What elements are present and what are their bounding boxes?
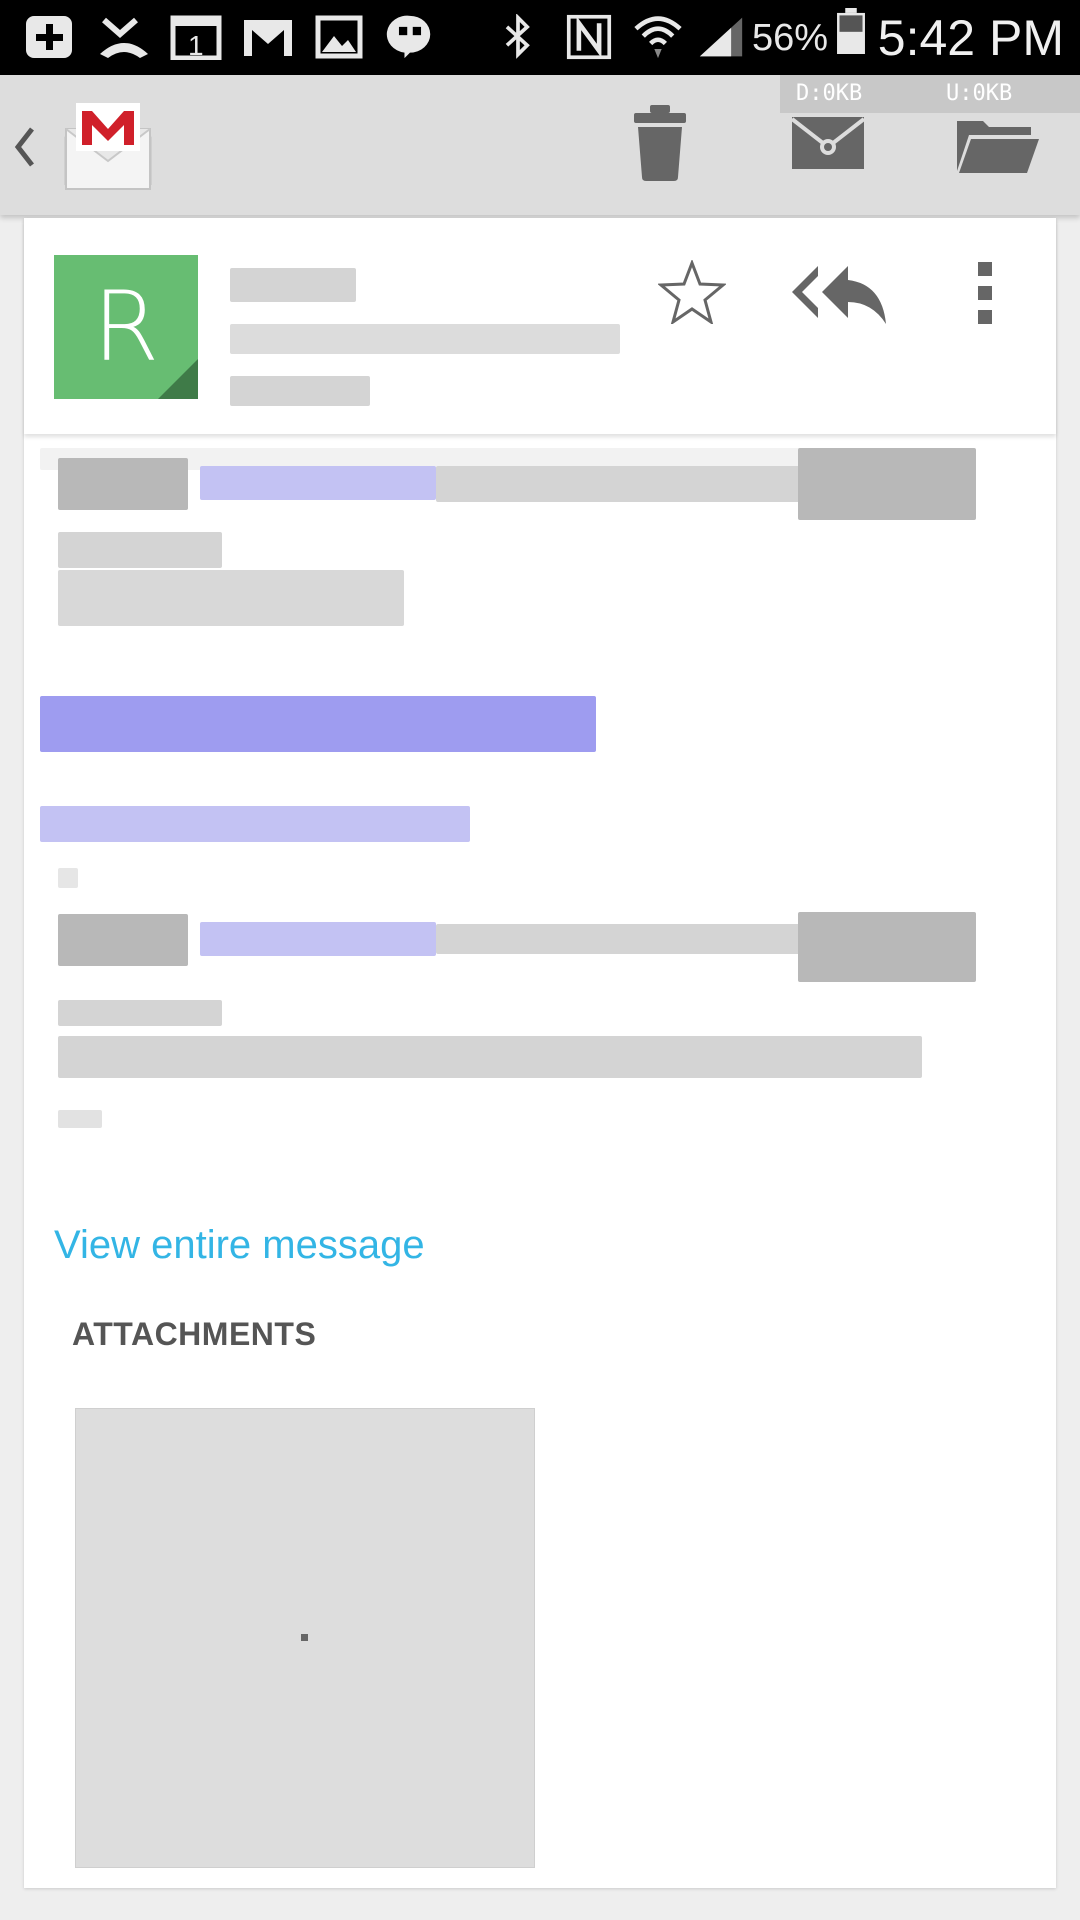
body-link	[200, 466, 436, 500]
body-line	[58, 868, 78, 888]
gmail-icon	[244, 20, 292, 56]
back-chevron-icon	[14, 127, 34, 167]
attachments-title: ATTACHMENTS	[72, 1316, 317, 1352]
nfc-icon	[566, 14, 612, 60]
plus-icon	[26, 16, 72, 58]
body-line	[58, 1000, 222, 1026]
star-icon[interactable]	[658, 260, 726, 324]
body-line	[58, 532, 222, 568]
bluetooth-icon	[505, 14, 530, 59]
body-line	[798, 912, 976, 982]
body-line	[436, 466, 804, 502]
view-entire-message-link[interactable]: View entire message	[54, 1223, 425, 1268]
calendar-day: 1	[188, 30, 204, 61]
signal-icon	[699, 17, 743, 57]
overflow-menu-icon[interactable]	[974, 260, 998, 326]
avatar-fold	[158, 359, 198, 399]
body-link	[200, 922, 436, 956]
avatar-letter: R	[92, 271, 160, 383]
status-bar: 1 56% 5:42 PM	[0, 0, 1080, 75]
hangouts-icon	[386, 15, 431, 59]
body-line	[58, 1036, 922, 1078]
unread-envelope-icon	[790, 117, 866, 169]
sender-avatar[interactable]: R	[54, 255, 198, 399]
up-button[interactable]	[0, 75, 170, 215]
message-card: R View entire message ATTACHMENTS	[24, 218, 1056, 1888]
body-line	[58, 914, 188, 966]
image-icon	[315, 15, 363, 59]
body-link	[40, 806, 470, 842]
gmail-logo-icon	[64, 103, 152, 190]
sender-name-redacted	[230, 268, 356, 302]
battery-percent: 56%	[752, 17, 829, 59]
action-bar: D:0KB U:0KB	[0, 75, 1080, 215]
clock: 5:42 PM	[877, 10, 1064, 66]
reply-all-icon[interactable]	[790, 262, 890, 328]
mark-unread-button[interactable]	[778, 95, 878, 195]
body-line	[58, 1110, 102, 1128]
body-link-heading	[40, 696, 596, 752]
delete-button[interactable]	[610, 95, 710, 195]
body-line	[58, 570, 404, 626]
battery-icon	[837, 8, 865, 54]
move-to-folder-button[interactable]	[945, 95, 1055, 195]
message-header[interactable]: R	[24, 218, 1056, 434]
wifi-icon	[634, 16, 682, 59]
recipient-redacted	[230, 324, 620, 354]
folder-icon	[957, 121, 1039, 173]
body-line	[436, 924, 804, 954]
attachment-loading-dot	[301, 1634, 308, 1641]
body-line	[58, 458, 188, 510]
attachment-thumbnail[interactable]	[75, 1408, 535, 1868]
date-redacted	[230, 376, 370, 406]
missed-call-icon	[100, 17, 148, 58]
trash-icon	[634, 105, 686, 181]
body-line	[798, 448, 976, 520]
